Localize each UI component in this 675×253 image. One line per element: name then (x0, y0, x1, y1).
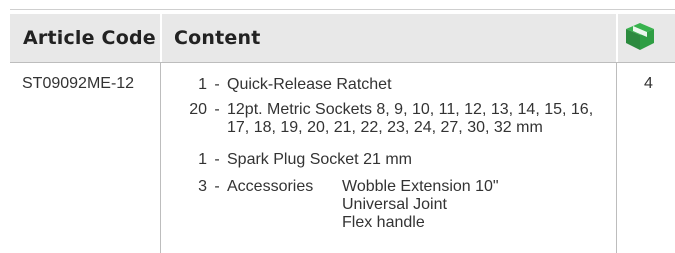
item-desc: Quick-Release Ratchet (227, 76, 392, 93)
item-desc: 12pt. Metric Sockets 8, 9, 10, 11, 12, 1… (227, 101, 594, 118)
box-icon (624, 20, 656, 52)
item-qty: 20 (189, 101, 207, 118)
accessory-item: Flex handle (342, 214, 425, 231)
content-item: 1 - Quick-Release Ratchet (172, 76, 392, 94)
article-code-value: ST09092ME-12 (22, 75, 135, 92)
content-item: 1 - Spark Plug Socket 21 mm (172, 151, 412, 169)
column-divider (616, 63, 617, 253)
content-item-continued: 17, 18, 19, 20, 21, 22, 23, 24, 27, 30, … (172, 119, 543, 137)
item-desc: Spark Plug Socket 21 mm (227, 151, 412, 168)
column-divider (160, 63, 161, 253)
table-top-border (10, 9, 675, 10)
item-qty: 1 (198, 151, 207, 168)
table-header: Article Code Content (10, 14, 675, 63)
item-qty: 1 (198, 76, 207, 93)
accessory-list: Wobble Extension 10" Universal Joint Fle… (342, 178, 499, 232)
content-item: 20 - 12pt. Metric Sockets 8, 9, 10, 11, … (172, 101, 593, 119)
quantity-value: 4 (644, 75, 653, 92)
accessory-item: Universal Joint (342, 196, 447, 213)
header-article-code: Article Code (23, 27, 156, 49)
item-qty: 3 (198, 178, 207, 195)
item-desc: Accessories (227, 178, 314, 195)
content-item-accessories: 3 - Accessories Wobble Extension 10" Uni… (172, 178, 499, 231)
item-desc-line2: 17, 18, 19, 20, 21, 22, 23, 24, 27, 30, … (227, 119, 543, 136)
header-divider (160, 14, 162, 62)
accessory-item: Wobble Extension 10" (342, 178, 499, 195)
header-content: Content (174, 27, 261, 49)
header-divider (616, 14, 618, 62)
